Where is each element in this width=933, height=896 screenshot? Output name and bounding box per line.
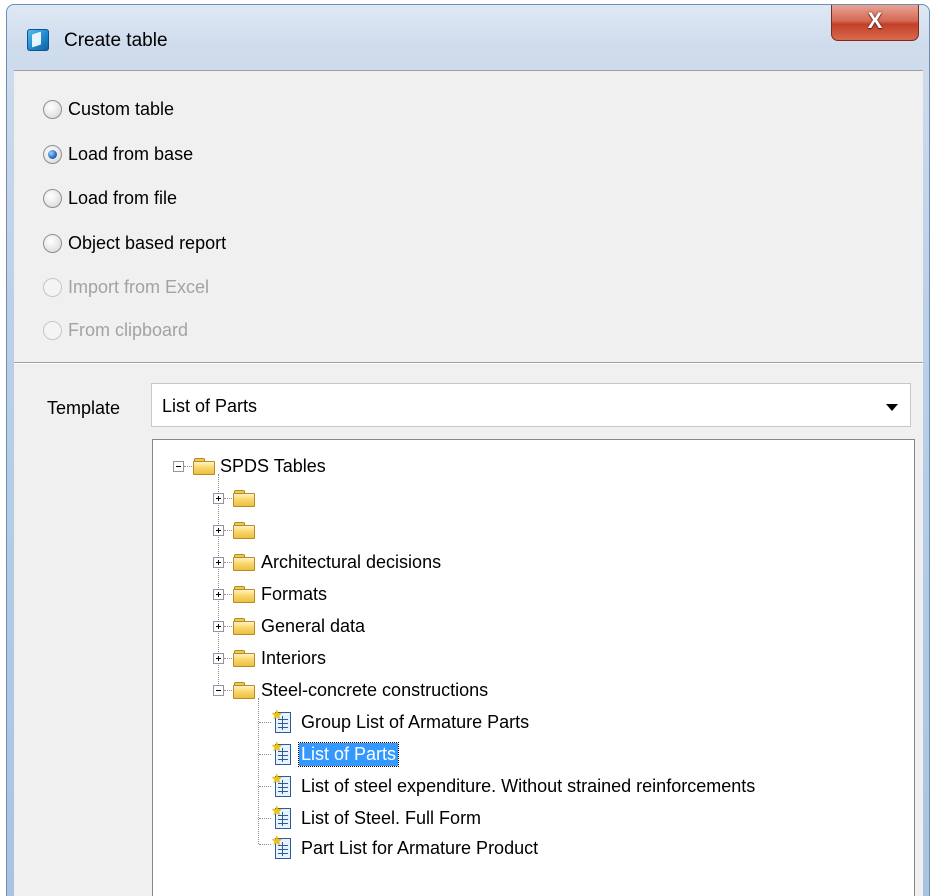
radio-from-clipboard: From clipboard bbox=[43, 315, 188, 345]
tree-connector bbox=[258, 698, 259, 844]
close-icon: X bbox=[867, 8, 883, 33]
title-bar[interactable]: Create table X bbox=[7, 5, 929, 69]
tree-connector bbox=[224, 562, 232, 563]
radio-custom-table[interactable]: Custom table bbox=[43, 94, 174, 124]
expand-toggle-icon[interactable] bbox=[213, 493, 224, 504]
tree-item-label[interactable]: List of steel expenditure. Without strai… bbox=[301, 776, 755, 797]
folder-icon bbox=[233, 554, 255, 571]
template-tree[interactable]: SPDS Tables Architectural decisions Form… bbox=[152, 439, 915, 896]
radio-button-icon[interactable] bbox=[43, 99, 62, 119]
tree-connector bbox=[224, 626, 232, 627]
tree-root-label[interactable]: SPDS Tables bbox=[220, 456, 326, 477]
table-template-icon: ★ bbox=[271, 772, 291, 797]
expand-toggle-icon[interactable] bbox=[213, 653, 224, 664]
folder-open-icon bbox=[233, 682, 255, 699]
expand-toggle-icon[interactable] bbox=[213, 525, 224, 536]
tree-item-label[interactable]: Group List of Armature Parts bbox=[301, 712, 529, 733]
tree-connector bbox=[224, 594, 232, 595]
tree-folder-label[interactable]: General data bbox=[261, 616, 365, 637]
tree-connector bbox=[224, 690, 232, 691]
table-template-icon: ★ bbox=[271, 834, 291, 859]
radio-label: Object based report bbox=[68, 232, 227, 253]
tree-connector bbox=[259, 786, 271, 787]
tree-folder-label[interactable]: Steel-concrete constructions bbox=[261, 680, 488, 701]
radio-load-from-base[interactable]: Load from base bbox=[43, 139, 193, 169]
tree-connector bbox=[184, 466, 192, 467]
tree-connector bbox=[224, 530, 232, 531]
table-template-icon: ★ bbox=[271, 740, 291, 765]
radio-button-icon[interactable] bbox=[43, 188, 62, 208]
template-dropdown[interactable]: List of Parts bbox=[151, 383, 911, 427]
tree-item-label[interactable]: List of Steel. Full Form bbox=[301, 808, 481, 829]
tree-connector bbox=[259, 754, 271, 755]
radio-load-from-file[interactable]: Load from file bbox=[43, 183, 177, 213]
create-table-dialog: Create table X Custom table Load from ba… bbox=[6, 4, 930, 896]
radio-button-icon[interactable] bbox=[43, 233, 62, 253]
radio-import-from-excel: Import from Excel bbox=[43, 272, 209, 302]
radio-label: From clipboard bbox=[68, 319, 189, 340]
radio-label: Custom table bbox=[68, 98, 175, 119]
template-label: Template bbox=[47, 398, 121, 418]
window-title: Create table bbox=[64, 30, 168, 51]
close-button[interactable]: X bbox=[831, 5, 919, 41]
radio-button-disabled-icon bbox=[43, 277, 62, 297]
table-template-icon: ★ bbox=[271, 804, 291, 829]
folder-icon bbox=[233, 586, 255, 603]
folder-icon bbox=[233, 522, 255, 539]
radio-object-based-report[interactable]: Object based report bbox=[43, 228, 226, 258]
expand-toggle-icon[interactable] bbox=[213, 589, 224, 600]
app-icon bbox=[27, 29, 49, 51]
collapse-toggle-icon[interactable] bbox=[173, 461, 184, 472]
tree-connector bbox=[259, 818, 271, 819]
tree-item-label-selected[interactable]: List of Parts bbox=[297, 742, 400, 767]
radio-label: Import from Excel bbox=[68, 276, 210, 297]
radio-label: Load from file bbox=[68, 187, 178, 208]
radio-button-disabled-icon bbox=[43, 320, 62, 340]
tree-folder-label[interactable]: Formats bbox=[261, 584, 327, 605]
tree-connector bbox=[259, 722, 271, 723]
folder-icon bbox=[233, 650, 255, 667]
tree-item-label[interactable]: Part List for Armature Product bbox=[301, 838, 538, 859]
radio-label: Load from base bbox=[68, 143, 194, 164]
expand-toggle-icon[interactable] bbox=[213, 557, 224, 568]
folder-open-icon bbox=[193, 458, 215, 475]
tree-connector bbox=[224, 658, 232, 659]
folder-icon bbox=[233, 490, 255, 507]
tree-folder-label[interactable]: Interiors bbox=[261, 648, 326, 669]
separator bbox=[14, 362, 923, 364]
tree-folder-label[interactable]: Architectural decisions bbox=[261, 552, 441, 573]
dropdown-arrow-icon[interactable] bbox=[886, 404, 898, 411]
radio-button-checked-icon[interactable] bbox=[43, 144, 62, 164]
folder-icon bbox=[233, 618, 255, 635]
expand-toggle-icon[interactable] bbox=[213, 621, 224, 632]
tree-connector bbox=[224, 498, 232, 499]
template-dropdown-value: List of Parts bbox=[162, 396, 258, 416]
tree-connector bbox=[259, 844, 271, 845]
dialog-client-area: Custom table Load from base Load from fi… bbox=[14, 70, 923, 896]
collapse-toggle-icon[interactable] bbox=[213, 685, 224, 696]
table-template-icon: ★ bbox=[271, 708, 291, 733]
